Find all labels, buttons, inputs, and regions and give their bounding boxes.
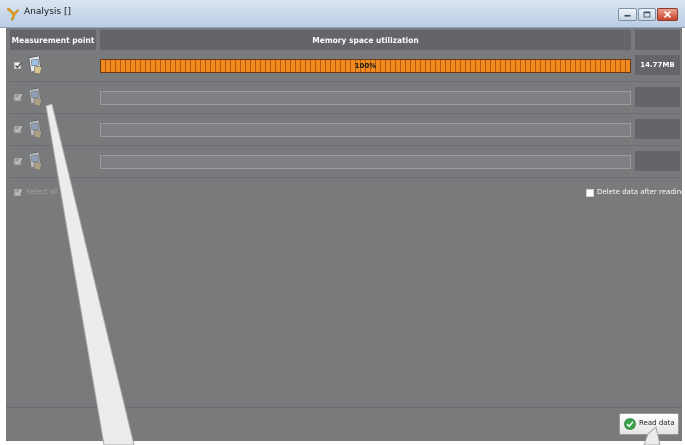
measurement-point-row[interactable] (6, 114, 682, 146)
table-header: Measurement point Memory space utilizati… (6, 28, 682, 50)
delete-after-reading-checkbox[interactable] (586, 189, 594, 197)
measurement-point-row[interactable] (6, 146, 682, 178)
maximize-icon (643, 11, 651, 18)
memory-progress-bar (100, 155, 631, 169)
header-size (635, 30, 680, 50)
close-button[interactable] (657, 8, 678, 21)
title-bar[interactable]: Analysis [] (0, 0, 685, 28)
measurement-device-icon (28, 55, 43, 75)
memory-size-value (635, 119, 680, 139)
minimize-button[interactable] (618, 8, 637, 21)
header-memory-utilization: Memory space utilization (100, 30, 631, 50)
memory-progress-bar (100, 91, 631, 105)
memory-progress-bar: 100% (100, 59, 631, 73)
measurement-point-row[interactable]: 100% 14.77MB (6, 50, 682, 82)
progress-percent-label (101, 156, 630, 168)
progress-percent-label: 100% (354, 62, 377, 70)
progress-percent-label (101, 124, 630, 136)
green-check-icon (624, 418, 636, 430)
checkmark-icon (15, 189, 23, 196)
checkmark-icon (15, 62, 23, 69)
row-checkbox[interactable] (14, 62, 23, 69)
footer-divider (6, 407, 682, 408)
read-data-label: Read data (639, 419, 675, 427)
measurement-device-icon (28, 87, 43, 107)
checkmark-icon (15, 126, 23, 133)
checkmark-icon (15, 94, 23, 101)
delete-after-reading-label: Delete data after reading (597, 188, 685, 196)
measurement-device-icon (28, 151, 43, 171)
measurement-point-row[interactable] (6, 82, 682, 114)
close-icon (663, 10, 672, 19)
row-divider (10, 177, 680, 178)
row-checkbox[interactable] (14, 94, 23, 101)
app-logo-icon (6, 7, 20, 21)
maximize-button[interactable] (638, 8, 656, 21)
checkmark-icon (15, 158, 23, 165)
header-measurement-point: Measurement point (10, 30, 96, 50)
measurement-device-icon (28, 119, 43, 139)
memory-progress-bar (100, 123, 631, 137)
memory-size-value: 14.77MB (635, 55, 680, 75)
memory-size-value (635, 151, 680, 171)
progress-percent-label (101, 92, 630, 104)
window-title: Analysis [] (24, 7, 71, 17)
row-checkbox[interactable] (14, 126, 23, 133)
analysis-window: Analysis [] Measurement point Memory spa… (0, 0, 685, 445)
select-all-label: Select all (26, 188, 58, 196)
select-all-checkbox[interactable] (14, 189, 23, 196)
minimize-icon (624, 14, 631, 17)
analysis-panel: Measurement point Memory space utilizati… (6, 28, 685, 441)
memory-size-value (635, 87, 680, 107)
read-data-button[interactable]: Read data (619, 413, 679, 435)
row-checkbox[interactable] (14, 158, 23, 165)
